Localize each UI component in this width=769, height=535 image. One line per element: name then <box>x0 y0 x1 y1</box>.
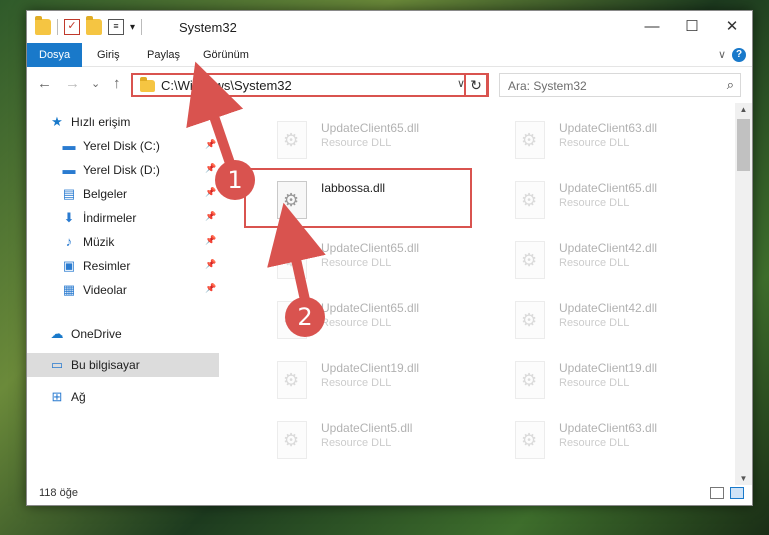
arrow-to-file <box>267 202 326 302</box>
arrow-to-address-bar <box>186 61 244 174</box>
callout-badge-2: 2 <box>285 297 325 337</box>
annotation-arrows <box>186 61 326 302</box>
callout-badge-1: 1 <box>215 160 255 200</box>
